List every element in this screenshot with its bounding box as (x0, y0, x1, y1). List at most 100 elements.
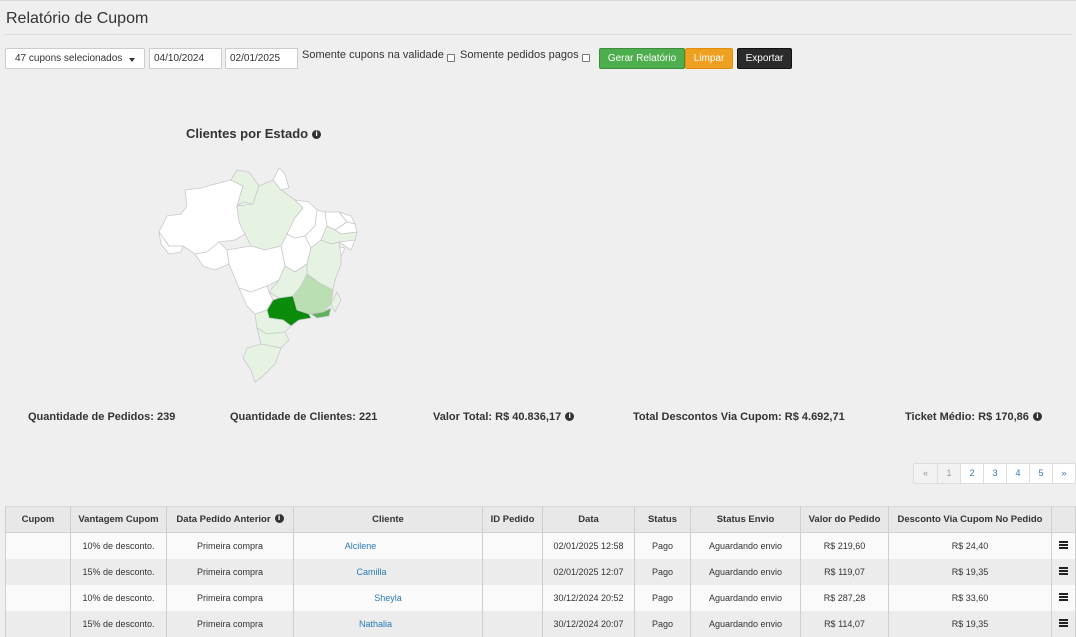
cell-date: 02/01/2025 12:07 (542, 558, 635, 585)
header-prev-order-date[interactable]: Data Pedido Anterior i (166, 506, 294, 533)
table-header-row: Cupom Vantagem Cupom Data Pedido Anterio… (5, 506, 1076, 533)
page-5[interactable]: 5 (1029, 464, 1052, 483)
cell-client: Camilla (293, 558, 483, 585)
only-valid-coupons-label: Somente cupons na validade (302, 49, 444, 61)
cell-prev-order: Primeira compra (166, 610, 294, 637)
cell-coupon (5, 558, 71, 585)
cell-client: Alcilene (293, 532, 483, 559)
map-title: Clientes por Estado i (186, 126, 322, 141)
cell-order-id (482, 532, 543, 559)
cell-prev-order: Primeira compra (166, 532, 294, 559)
only-valid-coupons-checkbox[interactable] (447, 54, 455, 62)
stat-total-value: Valor Total: R$ 40.836,17 i (433, 411, 575, 423)
page-2[interactable]: 2 (960, 464, 983, 483)
client-link[interactable]: Sheyla (374, 593, 402, 603)
cell-date: 30/12/2024 20:52 (542, 584, 635, 611)
cell-prev-order: Primeira compra (166, 558, 294, 585)
header-client[interactable]: Cliente (293, 506, 483, 533)
info-icon[interactable]: i (274, 514, 284, 523)
cell-benefit: 10% de desconto. (70, 584, 167, 611)
cell-actions (1051, 584, 1076, 611)
info-icon[interactable]: i (565, 412, 575, 421)
header-coupon[interactable]: Cupom (5, 506, 71, 533)
cell-status: Pago (634, 584, 691, 611)
cell-status: Pago (634, 610, 691, 637)
start-date-input[interactable] (149, 48, 222, 69)
stat-orders: Quantidade de Pedidos: 239 (28, 411, 176, 423)
menu-icon[interactable] (1059, 618, 1068, 627)
cell-order-value: R$ 219,60 (800, 532, 889, 559)
page-title: Relatório de Cupom (6, 10, 149, 27)
coupon-report-table: Cupom Vantagem Cupom Data Pedido Anterio… (5, 506, 1076, 637)
cell-shipping-status: Aguardando envio (690, 558, 801, 585)
end-date-input[interactable] (225, 48, 298, 69)
brazil-states-map (158, 167, 358, 383)
coupon-multiselect[interactable]: 47 cupons selecionados (5, 48, 145, 69)
header-benefit[interactable]: Vantagem Cupom (70, 506, 167, 533)
caret-down-icon (129, 58, 135, 62)
cell-prev-order: Primeira compra (166, 584, 294, 611)
cell-order-value: R$ 287,28 (800, 584, 889, 611)
header-order-id[interactable]: ID Pedido (482, 506, 543, 533)
cell-status: Pago (634, 532, 691, 559)
stat-clients: Quantidade de Clientes: 221 (230, 411, 378, 423)
title-divider (4, 34, 1072, 35)
cell-order-id (482, 584, 543, 611)
client-link[interactable]: Alcilene (345, 541, 377, 551)
cell-discount: R$ 24,40 (888, 532, 1052, 559)
cell-shipping-status: Aguardando envio (690, 610, 801, 637)
generate-report-button[interactable]: Gerar Relatório (599, 48, 685, 69)
client-link[interactable]: Camilla (356, 567, 386, 577)
menu-icon[interactable] (1059, 592, 1068, 601)
state-am (158, 179, 246, 255)
cell-client: Sheyla (293, 584, 483, 611)
table-row: 15% de desconto. Primeira compra Nathali… (5, 610, 1076, 637)
cell-order-value: R$ 119,07 (800, 558, 889, 585)
only-paid-orders-checkbox[interactable] (582, 54, 590, 62)
cell-shipping-status: Aguardando envio (690, 532, 801, 559)
cell-order-id (482, 610, 543, 637)
cell-actions (1051, 610, 1076, 637)
stat-total-discount: Total Descontos Via Cupom: R$ 4.692,71 (633, 411, 845, 423)
cell-order-id (482, 558, 543, 585)
cell-benefit: 15% de desconto. (70, 610, 167, 637)
menu-icon[interactable] (1059, 566, 1068, 575)
page-4[interactable]: 4 (1006, 464, 1029, 483)
coupon-multiselect-label: 47 cupons selecionados (15, 53, 123, 64)
state-rs (242, 343, 282, 383)
cell-coupon (5, 532, 71, 559)
pagination: « 1 2 3 4 5 » (913, 463, 1076, 484)
stat-average-ticket-text: Ticket Médio: R$ 170,86 (905, 411, 1029, 423)
header-discount[interactable]: Desconto Via Cupom No Pedido (888, 506, 1052, 533)
info-icon[interactable]: i (1032, 412, 1042, 421)
header-prev-order-date-text: Data Pedido Anterior (176, 514, 271, 525)
cell-order-value: R$ 114,07 (800, 610, 889, 637)
stat-average-ticket: Ticket Médio: R$ 170,86 i (905, 411, 1042, 423)
cell-date: 02/01/2025 12:58 (542, 532, 635, 559)
table-row: 10% de desconto. Primeira compra Alcilen… (5, 532, 1076, 559)
header-status[interactable]: Status (634, 506, 691, 533)
page-next[interactable]: » (1052, 464, 1075, 483)
cell-actions (1051, 532, 1076, 559)
header-order-value[interactable]: Valor do Pedido (800, 506, 889, 533)
header-actions (1051, 506, 1076, 533)
clear-button[interactable]: Limpar (685, 48, 733, 69)
cell-discount: R$ 19,35 (888, 610, 1052, 637)
only-paid-orders-label: Somente pedidos pagos (460, 49, 579, 61)
header-shipping-status[interactable]: Status Envio (690, 506, 801, 533)
cell-coupon (5, 584, 71, 611)
cell-status: Pago (634, 558, 691, 585)
client-link[interactable]: Nathalia (359, 619, 392, 629)
stat-total-value-text: Valor Total: R$ 40.836,17 (433, 411, 562, 423)
export-button[interactable]: Exportar (737, 48, 792, 69)
cell-client: Nathalia (293, 610, 483, 637)
page-1[interactable]: 1 (937, 464, 960, 483)
cell-discount: R$ 33,60 (888, 584, 1052, 611)
info-icon[interactable]: i (312, 130, 322, 139)
cell-date: 30/12/2024 20:07 (542, 610, 635, 637)
menu-icon[interactable] (1059, 540, 1068, 549)
cell-benefit: 10% de desconto. (70, 532, 167, 559)
page-3[interactable]: 3 (983, 464, 1006, 483)
header-date[interactable]: Data (542, 506, 635, 533)
page-prev[interactable]: « (914, 464, 937, 483)
